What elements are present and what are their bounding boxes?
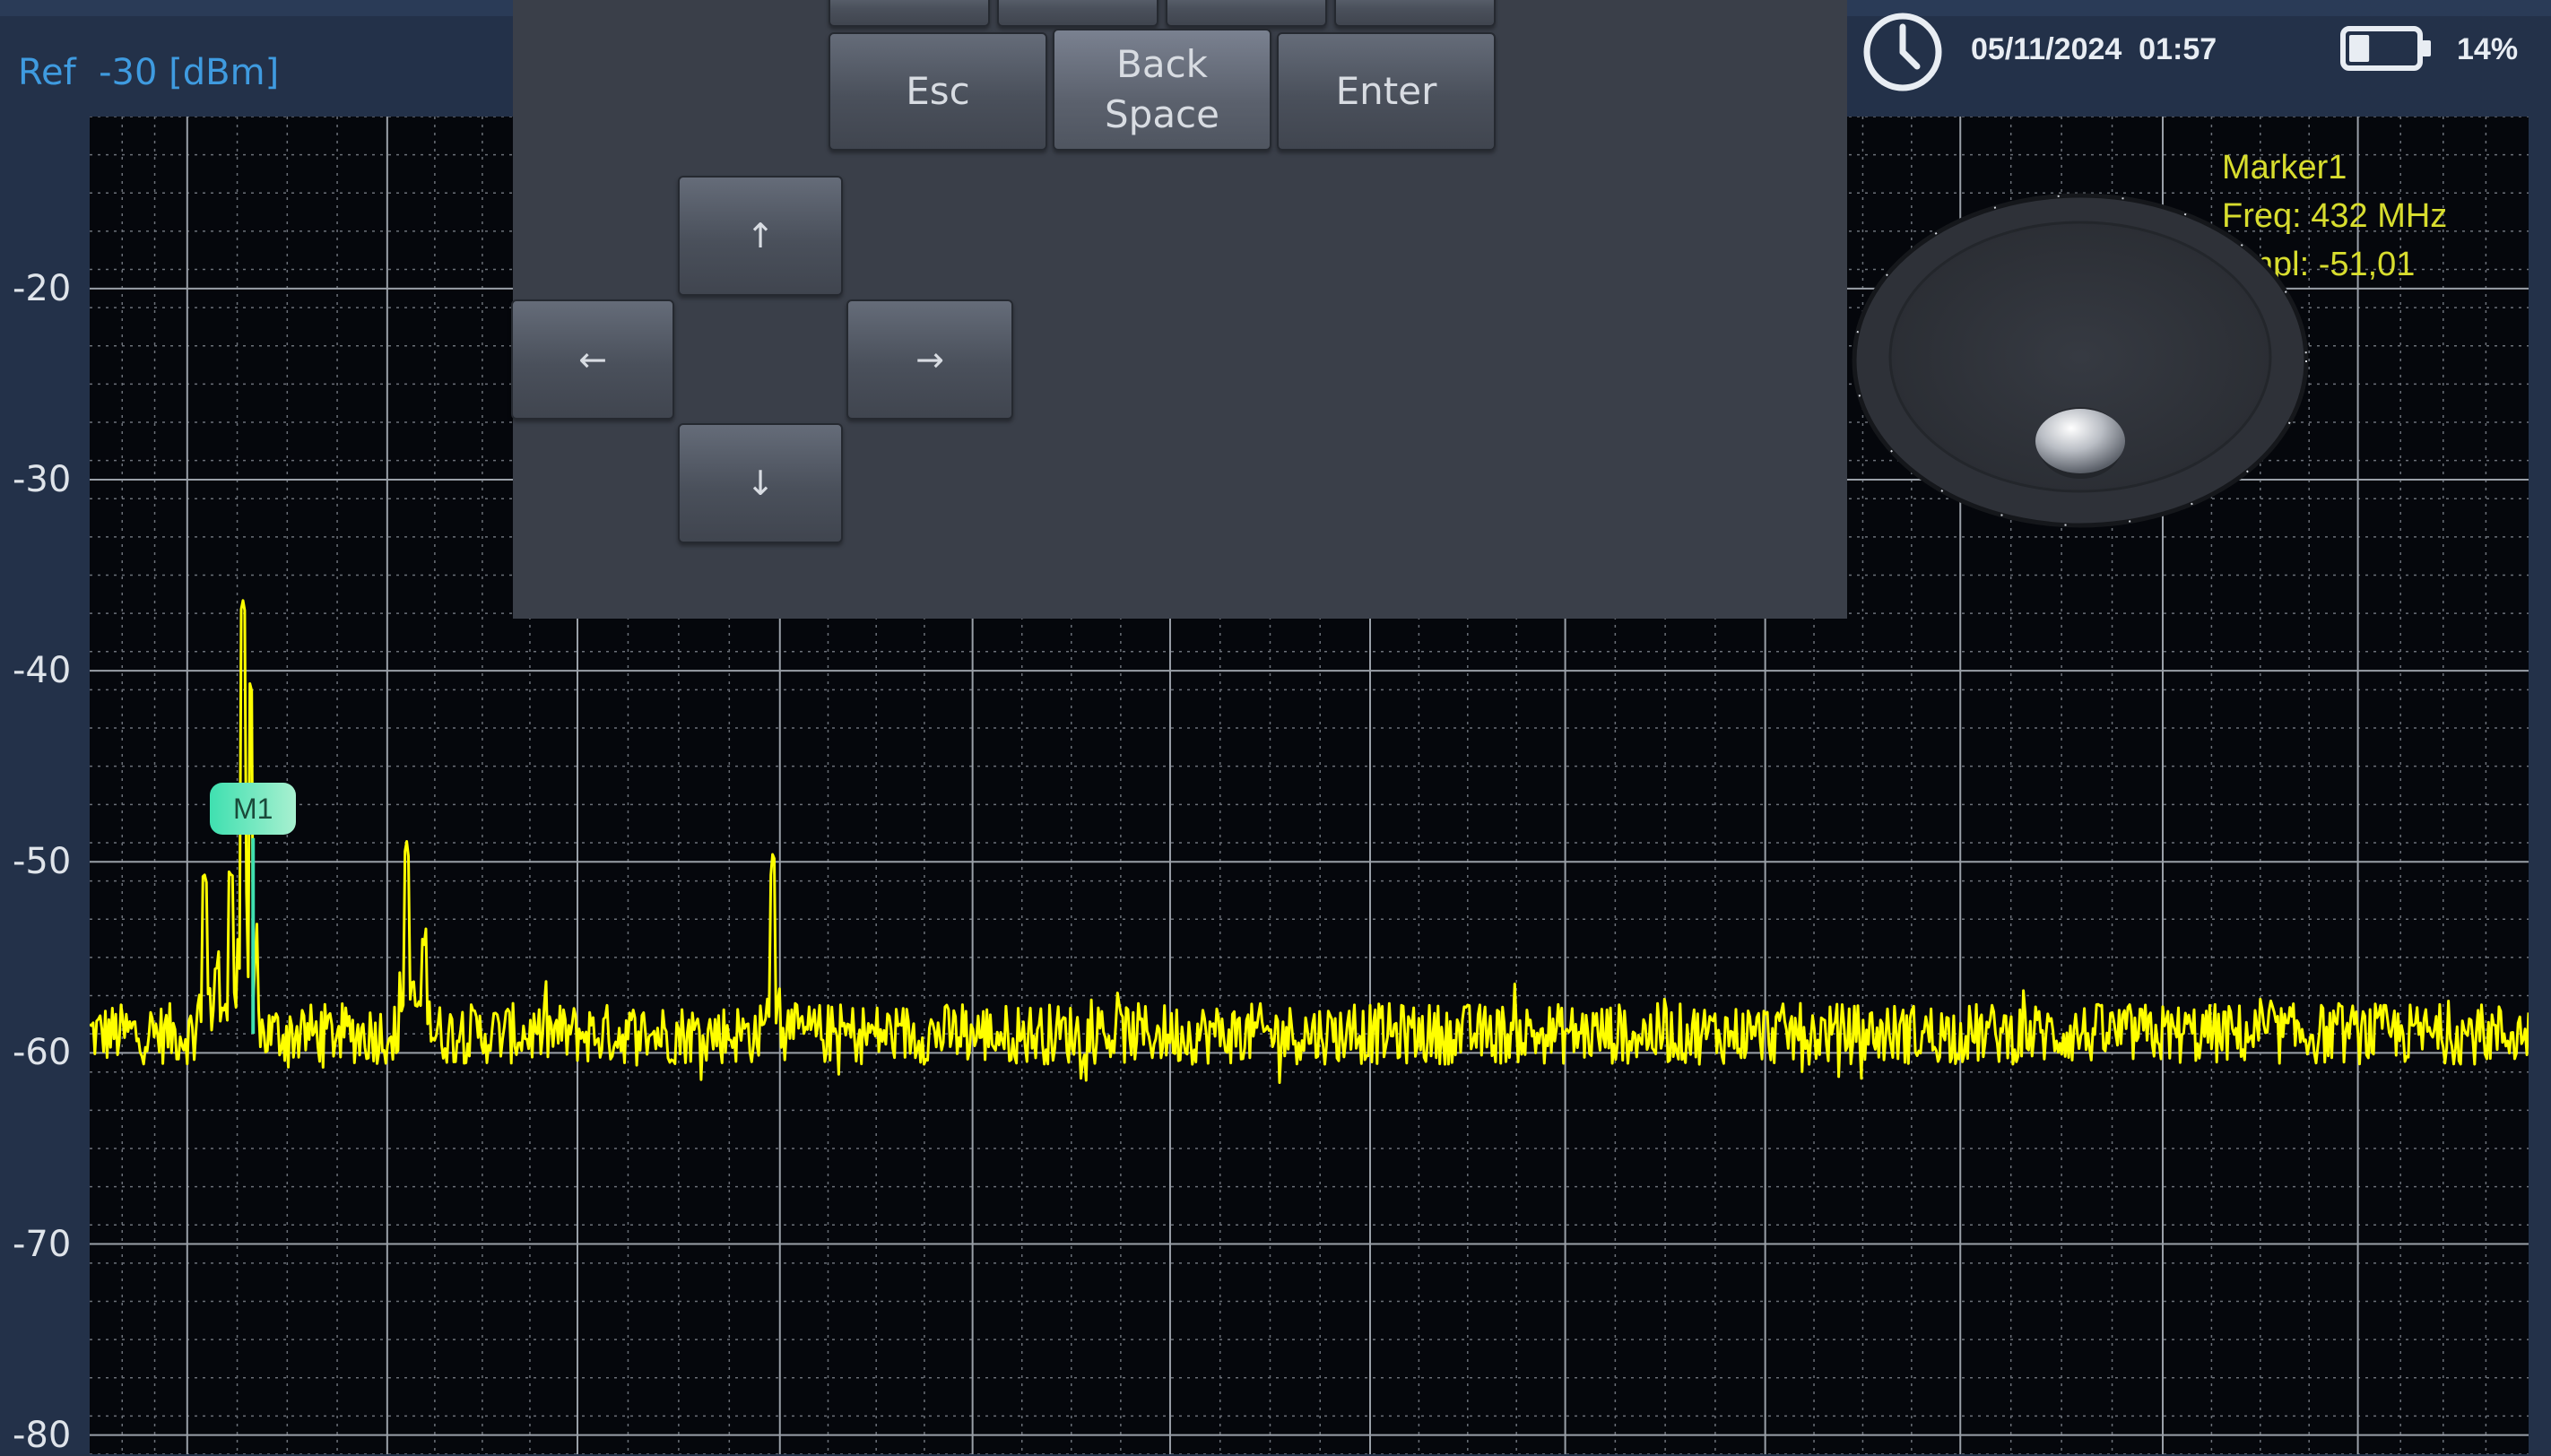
reference-level-label: Ref -30 [dBm] [18, 52, 280, 93]
y-tick-label: -70 [13, 1223, 72, 1265]
arrow-up-icon: ↑ [746, 216, 775, 256]
arrow-right-icon: → [915, 340, 944, 379]
y-tick-label: -50 [13, 841, 72, 883]
key-top-4[interactable] [1334, 0, 1496, 27]
enter-button[interactable]: Enter [1277, 32, 1496, 151]
y-tick-label: -20 [13, 267, 72, 309]
key-top-1[interactable] [829, 0, 990, 27]
battery-percent: 14% [2457, 32, 2519, 66]
y-tick-label: -30 [13, 458, 72, 500]
arrow-down-button[interactable]: ↓ [678, 423, 843, 543]
battery-icon [2340, 26, 2431, 71]
key-top-3[interactable] [1166, 0, 1327, 27]
virtual-keypad: Esc Back Space Enter ↑ ← → ↓ [511, 0, 2309, 619]
arrow-right-button[interactable]: → [846, 299, 1013, 420]
y-tick-label: -80 [13, 1414, 72, 1456]
backspace-label: Back Space [1105, 42, 1219, 136]
arrow-left-icon: ← [578, 340, 607, 379]
backspace-button[interactable]: Back Space [1053, 29, 1271, 151]
y-tick-label: -60 [13, 1032, 72, 1074]
arrow-down-icon: ↓ [746, 464, 775, 503]
enter-label: Enter [1335, 69, 1437, 113]
esc-label: Esc [906, 69, 970, 113]
y-tick-label: -40 [13, 650, 72, 692]
esc-button[interactable]: Esc [829, 32, 1047, 151]
marker-m1-badge[interactable]: M1 [210, 782, 297, 835]
marker-title: Marker1 [2222, 149, 2347, 186]
joystick-icon[interactable] [1851, 190, 2310, 531]
date-time: 05/11/2024 01:57 [1971, 32, 2217, 66]
clock-icon [1863, 13, 1942, 91]
arrow-up-button[interactable]: ↑ [678, 176, 843, 296]
key-top-2[interactable] [997, 0, 1158, 27]
arrow-left-button[interactable]: ← [511, 299, 674, 420]
